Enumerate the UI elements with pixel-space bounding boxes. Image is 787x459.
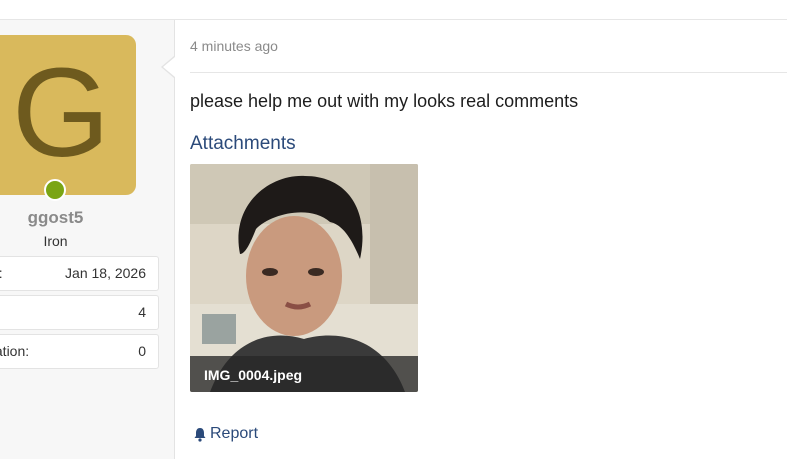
stat-messages-value: 4 — [138, 304, 146, 320]
attachment-filename: IMG_0004.jpeg — [204, 367, 303, 383]
stat-joined-label: d: — [0, 265, 51, 281]
report-link[interactable]: Report — [193, 425, 258, 443]
online-status-dot — [44, 179, 66, 201]
top-divider-bar — [0, 0, 787, 20]
post-timestamp[interactable]: 4 minutes ago — [190, 38, 278, 54]
avatar-letter: G — [12, 42, 111, 183]
post-message: please help me out with my looks real co… — [190, 91, 579, 111]
post-pointer-arrow-inner — [163, 57, 175, 77]
report-label: Report — [210, 425, 259, 442]
stat-reputation-label: tation: — [0, 343, 30, 359]
stat-joined-value: Jan 18, 2026 — [65, 265, 146, 281]
attachment-thumbnail[interactable]: IMG_0004.jpeg — [190, 164, 418, 392]
stat-reputation: tation: 0 — [0, 334, 159, 369]
post-content: 4 minutes ago please help me out with my… — [175, 20, 787, 459]
attachment-caption: IMG_0004.jpeg — [190, 356, 418, 392]
stat-messages: : 4 — [0, 295, 159, 330]
avatar[interactable]: G — [0, 35, 136, 195]
attachments-heading: Attachments — [190, 133, 296, 154]
user-panel: G ggost5 Iron d: Jan 18, 2026 : 4 tation… — [0, 20, 175, 459]
post-divider — [190, 72, 787, 73]
bell-icon — [194, 427, 206, 442]
stat-joined: d: Jan 18, 2026 — [0, 256, 159, 291]
stat-messages-label: : — [0, 304, 51, 320]
user-title: Iron — [43, 233, 68, 249]
username-link[interactable]: ggost5 — [0, 208, 111, 228]
stat-reputation-value: 0 — [138, 343, 146, 359]
